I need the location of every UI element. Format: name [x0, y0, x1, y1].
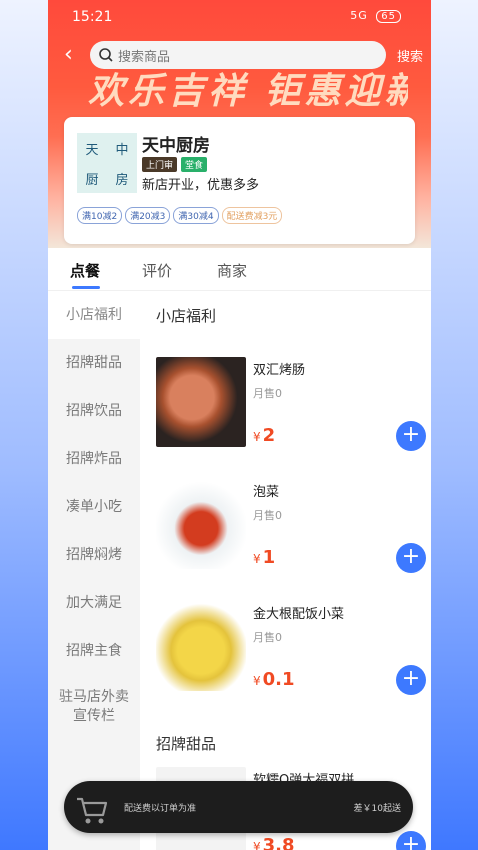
add-to-cart-button[interactable]: + [396, 543, 426, 573]
status-bar: 15:21 5G 65 [48, 0, 431, 34]
price-value: 3.8 [262, 835, 295, 850]
sidebar-item[interactable]: 加大满足 [48, 579, 140, 627]
shop-info-card[interactable]: 天 中 厨 房 天中厨房 上门审 堂食 新店开业，优惠多多 满10减2 满20减… [64, 117, 415, 244]
product-sales: 月售0 [253, 631, 282, 644]
back-arrow-icon[interactable]: ‹ [64, 43, 73, 67]
promo-list: 满10减2 满20减3 满30减4 配送费减3元 [77, 207, 283, 224]
shop-tabs: 点餐 评价 商家 [48, 248, 431, 291]
price-value: 2 [262, 425, 276, 446]
product-price: ¥2 [253, 425, 275, 446]
sidebar-item[interactable]: 小店福利 [48, 291, 140, 339]
product-name: 双汇烤肠 [253, 363, 306, 378]
product-name: 金大根配饭小菜 [253, 607, 345, 622]
product-item[interactable]: 泡菜 月售0 ¥1 + [156, 479, 426, 573]
logo-char: 房 [115, 172, 129, 188]
sidebar-item[interactable]: 招牌炸品 [48, 435, 140, 483]
search-input[interactable]: 搜索商品 [90, 41, 386, 69]
add-to-cart-button[interactable]: + [396, 421, 426, 451]
shop-tag: 堂食 [181, 157, 208, 172]
sidebar-item[interactable]: 招牌焖烤 [48, 531, 140, 579]
shop-name: 天中厨房 [142, 136, 210, 156]
price-value: 0.1 [262, 669, 295, 690]
logo-char: 厨 [85, 172, 99, 188]
add-to-cart-button[interactable]: + [396, 665, 426, 695]
product-price: ¥1 [253, 547, 275, 568]
currency-symbol: ¥ [253, 674, 261, 688]
category-sidebar: 小店福利 招牌甜品 招牌饮品 招牌炸品 凑单小吃 招牌焖烤 加大满足 招牌主食 … [48, 291, 140, 850]
network-label: 5G [350, 9, 368, 22]
logo-char: 天 [85, 142, 99, 158]
product-sales: 月售0 [253, 509, 282, 522]
app-screen: 欢乐吉祥 钜惠迎新 15:21 5G 65 ‹ 搜索商品 搜索 天 中 厨 房 … [48, 0, 431, 850]
price-value: 1 [262, 547, 276, 568]
shop-tag: 上门审 [142, 157, 178, 172]
status-time: 15:21 [72, 9, 113, 25]
product-image [156, 479, 246, 569]
currency-symbol: ¥ [253, 840, 261, 850]
product-price: ¥0.1 [253, 669, 295, 690]
product-price: ¥3.8 [253, 835, 295, 850]
sidebar-item-label: 驻马店外卖宣传栏 [59, 689, 129, 724]
status-right: 5G 65 [350, 9, 401, 23]
product-sales: 月售0 [253, 387, 282, 400]
min-order-note: 差￥10起送 [353, 804, 401, 814]
product-name: 泡菜 [253, 485, 280, 500]
battery-icon: 65 [376, 10, 401, 23]
tab-reviews[interactable]: 评价 [142, 260, 172, 281]
currency-symbol: ¥ [253, 430, 261, 444]
search-button[interactable]: 搜索 [397, 46, 423, 65]
logo-char: 中 [115, 142, 129, 158]
tab-order[interactable]: 点餐 [70, 260, 100, 281]
cart-bar[interactable]: 配送费以订单为准 差￥10起送 [64, 781, 413, 833]
sidebar-item[interactable]: 招牌甜品 [48, 339, 140, 387]
search-icon [99, 48, 113, 62]
shopping-cart-icon[interactable] [72, 789, 112, 829]
shop-slogan: 新店开业，优惠多多 [142, 178, 260, 193]
product-item[interactable]: 金大根配饭小菜 月售0 ¥0.1 + [156, 601, 426, 695]
tab-merchant[interactable]: 商家 [217, 260, 247, 281]
shop-tags: 上门审 堂食 [142, 157, 208, 172]
section-title: 小店福利 [156, 307, 217, 325]
product-list: 小店福利 双汇烤肠 月售0 ¥2 + 泡菜 月售0 ¥1 + 金大根配饭小菜 月… [140, 291, 431, 850]
sidebar-item[interactable]: 驻马店外卖宣传栏 [48, 675, 140, 739]
search-row: ‹ 搜索商品 搜索 [48, 40, 431, 72]
promo-badge: 满20减3 [125, 207, 171, 224]
product-item[interactable]: 双汇烤肠 月售0 ¥2 + [156, 357, 426, 451]
currency-symbol: ¥ [253, 552, 261, 566]
sidebar-item[interactable]: 凑单小吃 [48, 483, 140, 531]
search-placeholder: 搜索商品 [118, 49, 171, 65]
promo-badge: 满10减2 [77, 207, 123, 224]
promo-badge: 满30减4 [173, 207, 219, 224]
shop-logo: 天 中 厨 房 [77, 133, 137, 193]
sidebar-item[interactable]: 招牌主食 [48, 627, 140, 675]
product-image [156, 601, 246, 691]
active-tab-indicator [72, 286, 100, 289]
sidebar-item[interactable]: 招牌饮品 [48, 387, 140, 435]
product-image [156, 357, 246, 447]
add-to-cart-button[interactable]: + [396, 831, 426, 850]
section-title: 招牌甜品 [156, 735, 217, 753]
delivery-fee-badge: 配送费减3元 [221, 207, 283, 224]
delivery-fee-note: 配送费以订单为准 [124, 804, 197, 814]
